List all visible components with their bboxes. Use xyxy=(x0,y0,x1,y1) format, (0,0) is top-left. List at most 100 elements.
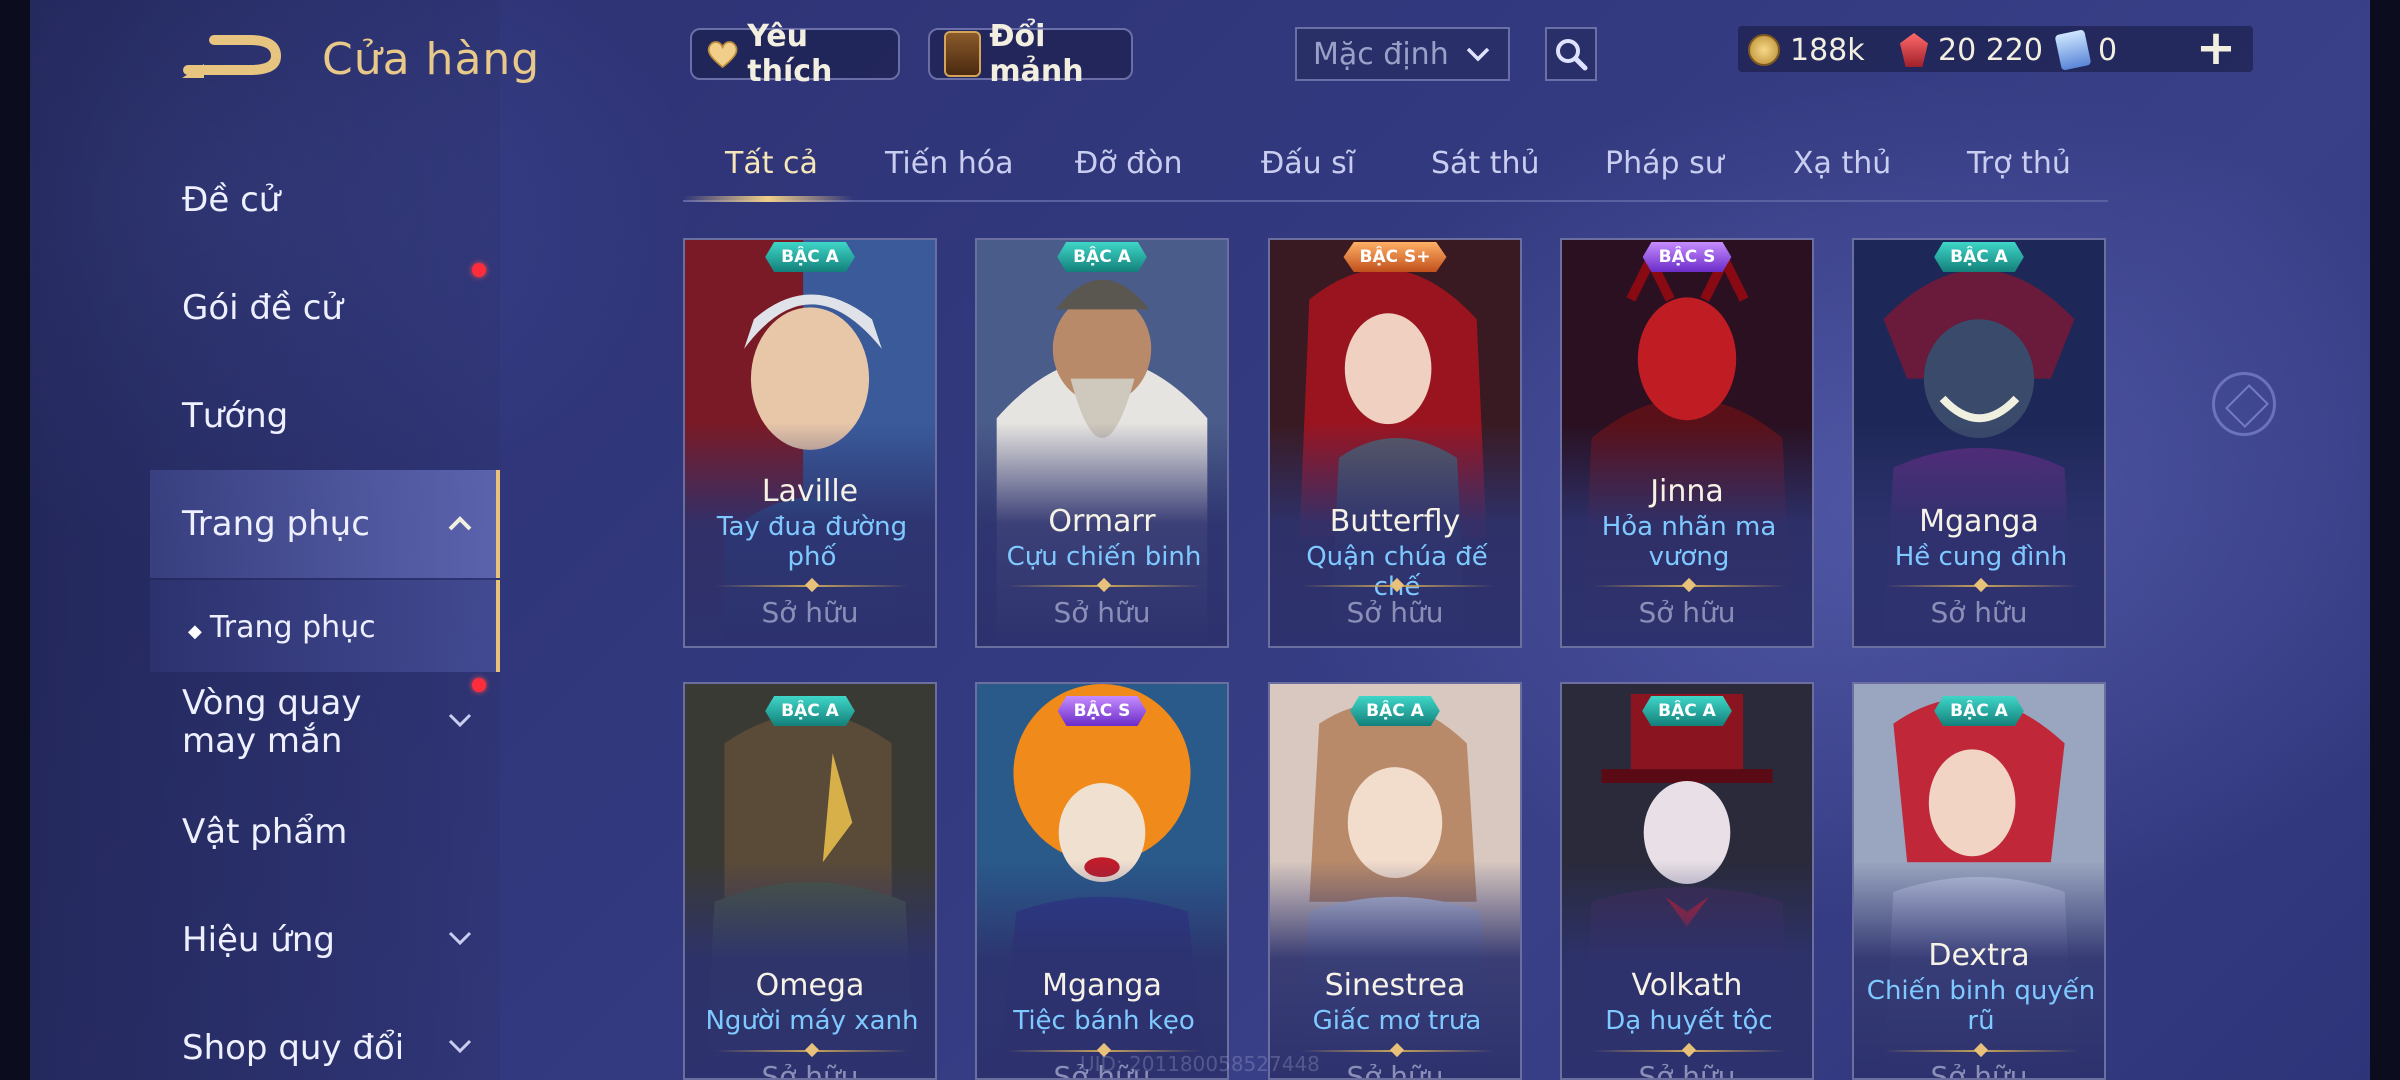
page-title: Cửa hàng xyxy=(322,34,541,85)
search-button[interactable] xyxy=(1545,27,1597,81)
card-divider xyxy=(1300,585,1494,587)
skin-card[interactable]: BẬC A Mganga Hề cung đình Sở hữu xyxy=(1852,238,2106,648)
hero-name: Laville xyxy=(761,474,859,509)
sidebar-item-exchange-shop[interactable]: Shop quy đổi xyxy=(182,1028,404,1068)
skin-name: Dạ huyết tộc xyxy=(1605,1006,1773,1036)
add-currency-button[interactable]: + xyxy=(2194,24,2238,72)
skin-name: Tiệc bánh kẹo xyxy=(1013,1006,1195,1036)
shard-exchange-button[interactable]: Đổi mảnh xyxy=(928,19,1133,89)
card-divider xyxy=(1884,1050,2078,1052)
hero-name: Mganga xyxy=(1042,968,1162,1003)
card-divider xyxy=(1592,1050,1786,1052)
voucher-icon xyxy=(2054,29,2092,71)
tier-badge: BẬC S+ xyxy=(1343,242,1447,272)
sort-value: Mặc định xyxy=(1313,36,1449,72)
skin-card[interactable]: BẬC S+ Butterfly Quận chúa đế chế Sở hữu xyxy=(1268,238,1522,648)
right-letterbox xyxy=(2370,0,2400,1080)
tab-evolution[interactable]: Tiến hóa xyxy=(885,146,1014,181)
left-letterbox xyxy=(0,0,30,1080)
hero-name: Volkath xyxy=(1631,968,1743,1003)
skin-name: Hề cung đình xyxy=(1894,542,2068,572)
voucher-balance: 0 xyxy=(2054,28,2118,72)
tier-badge: BẬC S xyxy=(1642,242,1732,272)
skin-card[interactable]: BẬC S Jinna Hỏa nhãn ma vương Sở hữu xyxy=(1560,238,1814,648)
hero-name: Sinestrea xyxy=(1324,968,1466,1003)
tier-badge: BẬC A xyxy=(1934,242,2024,272)
chevron-down-icon xyxy=(448,713,472,728)
card-divider xyxy=(1884,585,2078,587)
sidebar-subitem-label: Trang phục xyxy=(209,610,376,645)
shop-screen: Đề cử Gói đề cử Tướng Trang phục ◆ Trang … xyxy=(0,0,2400,1080)
sidebar-item-recommended-packs[interactable]: Gói đề cử xyxy=(182,288,343,328)
uid-watermark: UID: 201180058527448 xyxy=(1080,1052,1320,1076)
hero-name: Mganga xyxy=(1919,504,2039,539)
owned-status: Sở hữu xyxy=(1930,596,2028,629)
owned-status: Sở hữu xyxy=(1053,596,1151,629)
hero-name: Jinna xyxy=(1650,474,1724,509)
sidebar-item-effects[interactable]: Hiệu ứng xyxy=(182,920,335,960)
chevron-down-icon xyxy=(448,931,472,946)
ruby-amount: 20 220 xyxy=(1938,32,2043,68)
tab-marksman[interactable]: Xạ thủ xyxy=(1793,146,1891,181)
sidebar-item-recommended[interactable]: Đề cử xyxy=(182,180,280,220)
skin-name: Cựu chiến binh xyxy=(1006,542,1202,572)
tier-badge: BẬC A xyxy=(1934,696,2024,726)
tier-badge: BẬC S xyxy=(1057,696,1147,726)
skin-name: Hỏa nhãn ma vương xyxy=(1601,512,1777,572)
notification-dot xyxy=(472,678,486,692)
ruby-balance: 20 220 xyxy=(1900,28,2043,72)
skin-card[interactable]: BẬC A Sinestrea Giấc mơ trưa Sở hữu xyxy=(1268,682,1522,1080)
hero-name: Butterfly xyxy=(1329,504,1461,539)
tab-tank[interactable]: Đỡ đòn xyxy=(1075,146,1183,181)
voucher-amount: 0 xyxy=(2098,32,2118,68)
tier-badge: BẬC A xyxy=(1057,242,1147,272)
owned-status: Sở hữu xyxy=(761,1060,859,1080)
skin-card[interactable]: BẬC A Ormarr Cựu chiến binh Sở hữu xyxy=(975,238,1229,648)
tab-support[interactable]: Trợ thủ xyxy=(1967,146,2071,181)
active-tab-underline xyxy=(683,196,853,202)
card-divider xyxy=(1007,585,1201,587)
tab-mage[interactable]: Pháp sư xyxy=(1605,146,1724,181)
favorites-label: Yêu thích xyxy=(747,19,833,89)
skin-card[interactable]: BẬC A Volkath Dạ huyết tộc Sở hữu xyxy=(1560,682,1814,1080)
skin-card[interactable]: BẬC A Omega Người máy xanh Sở hữu xyxy=(683,682,937,1080)
sidebar-subitem-skins[interactable]: ◆ Trang phục xyxy=(188,608,376,652)
skin-card[interactable]: BẬC S Mganga Tiệc bánh kẹo Sở hữu xyxy=(975,682,1229,1080)
tier-badge: BẬC A xyxy=(765,696,855,726)
ruby-icon xyxy=(1900,33,1928,67)
hero-name: Omega xyxy=(755,968,865,1003)
sort-dropdown[interactable]: Mặc định xyxy=(1295,27,1510,81)
sidebar-item-lucky-spin[interactable]: Vòng quay may mắn xyxy=(182,684,442,760)
card-divider xyxy=(715,585,909,587)
tab-all[interactable]: Tất cả xyxy=(725,146,818,181)
search-icon xyxy=(1556,39,1588,71)
tier-badge: BẬC A xyxy=(1642,696,1732,726)
skin-name: Giấc mơ trưa xyxy=(1312,1006,1482,1036)
favorites-button[interactable]: Yêu thích xyxy=(690,19,900,89)
gold-coin-icon xyxy=(1748,34,1780,66)
hero-name: Dextra xyxy=(1928,938,2030,973)
skin-card[interactable]: BẬC A Dextra Chiến binh quyến rũ Sở hữu xyxy=(1852,682,2106,1080)
category-tabs: Tất cả Tiến hóa Đỡ đòn Đấu sĩ Sát thủ Ph… xyxy=(683,140,2108,202)
chevron-down-icon xyxy=(448,1039,472,1054)
owned-status: Sở hữu xyxy=(761,596,859,629)
gold-amount: 188k xyxy=(1790,32,1865,68)
skin-name: Quận chúa đế chế xyxy=(1306,542,1488,602)
card-divider xyxy=(1592,585,1786,587)
owned-status: Sở hữu xyxy=(1346,596,1444,629)
hero-name: Ormarr xyxy=(1048,504,1156,539)
skin-name: Chiến binh quyến rũ xyxy=(1866,976,2096,1036)
scroll-hint-icon xyxy=(2212,372,2276,436)
sidebar-item-heroes[interactable]: Tướng xyxy=(182,396,288,436)
back-arrow-icon[interactable] xyxy=(180,28,285,92)
shard-exchange-label: Đổi mảnh xyxy=(989,19,1084,89)
sidebar-item-items[interactable]: Vật phẩm xyxy=(182,812,347,852)
owned-status: Sở hữu xyxy=(1638,596,1736,629)
tab-fighter[interactable]: Đấu sĩ xyxy=(1261,146,1355,181)
tab-assassin[interactable]: Sát thủ xyxy=(1431,146,1540,181)
skin-name: Người máy xanh xyxy=(705,1006,919,1036)
tier-badge: BẬC A xyxy=(1350,696,1440,726)
sidebar-item-skins[interactable]: Trang phục xyxy=(182,504,370,544)
chevron-up-icon xyxy=(448,516,472,531)
skin-card[interactable]: BẬC A Laville Tay đua đường phố Sở hữu xyxy=(683,238,937,648)
